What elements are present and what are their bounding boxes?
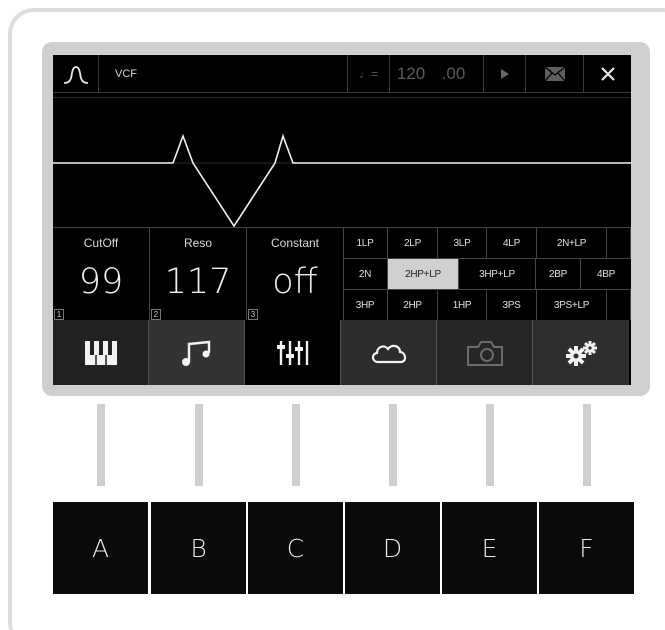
filter-option[interactable]: 4BP [581,259,631,289]
connector-line [195,404,203,486]
filter-option[interactable]: 1LP [343,228,388,258]
filter-option[interactable]: 3LP [438,228,487,258]
header-bar: VCF ♩= 120 .00 [53,55,631,93]
close-icon[interactable] [583,55,631,93]
mixer-sliders-icon [276,340,308,365]
camera-icon [466,340,503,366]
param-value: 117 [164,262,232,302]
param-value: off [272,262,318,302]
hardware-button-e[interactable]: E [442,502,537,594]
hardware-button-b[interactable]: B [151,502,246,594]
hardware-button-c[interactable]: C [248,502,343,594]
mixer-mode-button[interactable] [245,320,341,385]
connector-line [97,404,105,486]
filter-option[interactable]: 1HP [438,290,487,320]
play-icon[interactable] [483,55,525,93]
param-label: CutOff [83,236,119,250]
sequencer-mode-button[interactable] [149,320,245,385]
filter-response-graph [53,97,631,228]
filter-option[interactable]: 2N+LP [537,228,607,258]
module-title: VCF [115,68,137,80]
tempo-value[interactable]: 120 [389,55,432,93]
param-label: Reso [183,236,212,250]
filter-option[interactable]: 2LP [388,228,438,258]
filter-option[interactable]: 3HP [343,290,388,320]
cloud-icon [371,344,406,363]
filter-option[interactable]: 3PS [487,290,537,320]
tempo-fraction[interactable]: .00 [432,55,475,93]
param-index: 2 [151,309,161,320]
filter-option[interactable]: 4LP [487,228,537,258]
filter-option[interactable]: 2BP [536,259,581,289]
hardware-button-d[interactable]: D [345,502,440,594]
filter-option[interactable]: 3PS+LP [537,290,607,320]
constant-param[interactable]: Constant off 3 [247,228,344,321]
param-index: 1 [54,309,64,320]
filter-option[interactable] [607,228,631,258]
camera-mode-button[interactable] [437,320,533,385]
display-screen: VCF ♩= 120 .00 CutOff 99 1 Reso 117 2 Co… [53,55,631,385]
filter-option[interactable]: 2HP [388,290,438,320]
settings-mode-button[interactable] [533,320,629,385]
filter-type-grid: 1LP 2LP 3LP 4LP 2N+LP 2N 2HP+LP 3HP+LP 2… [343,227,631,320]
filter-row: 3HP 2HP 1HP 3PS 3PS+LP [343,290,631,321]
connector-line [292,404,300,486]
filter-option[interactable]: 2N [343,259,388,289]
connector-line [486,404,494,486]
connector-line [389,404,397,486]
piano-keys-icon [84,340,117,365]
filter-option[interactable] [607,290,631,320]
music-note-icon [181,340,210,366]
cutoff-param[interactable]: CutOff 99 1 [53,228,150,321]
mail-icon[interactable] [525,55,583,93]
keyboard-mode-button[interactable] [53,320,149,385]
param-label: Constant [270,236,320,250]
param-index: 3 [248,309,258,320]
filter-row: 1LP 2LP 3LP 4LP 2N+LP [343,228,631,259]
hardware-button-f[interactable]: F [539,502,634,594]
filter-row: 2N 2HP+LP 3HP+LP 2BP 4BP [343,259,631,290]
hardware-button-a[interactable]: A [53,502,148,594]
mode-icon-bar [53,320,631,385]
filter-option[interactable]: 3HP+LP [459,259,536,289]
gears-icon [566,340,597,366]
param-value: 99 [78,262,124,302]
filter-shape-icon[interactable] [53,55,99,93]
parameter-panel: CutOff 99 1 Reso 117 2 Constant off 3 [53,227,344,321]
filter-option-selected[interactable]: 2HP+LP [388,259,459,289]
connector-line [583,404,591,486]
tempo-symbol: ♩= [347,55,389,93]
cloud-mode-button[interactable] [341,320,437,385]
reso-param[interactable]: Reso 117 2 [150,228,247,321]
